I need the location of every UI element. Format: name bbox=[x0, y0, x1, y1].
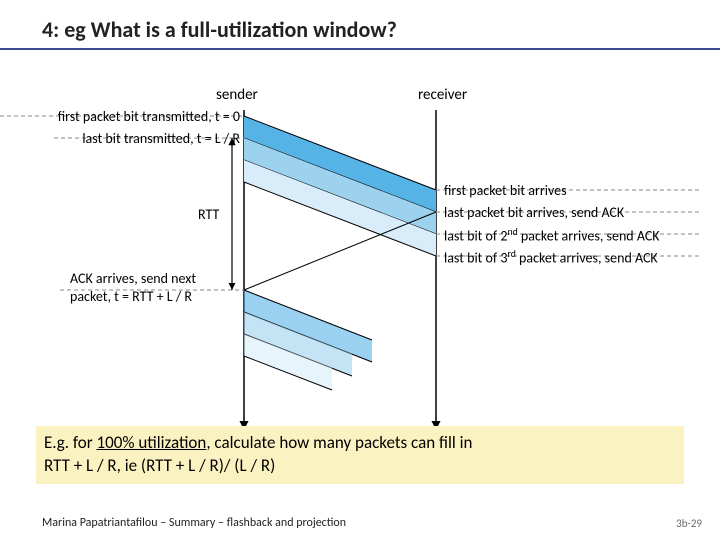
evt-first-bit-tx: first packet bit transmitted, t = 0 bbox=[58, 108, 240, 126]
ack-line bbox=[244, 212, 436, 290]
timing-diagram: sender receiver bbox=[0, 70, 720, 440]
evt-2nd-ack: last bit of 2nd packet arrives, send ACK bbox=[444, 226, 660, 245]
rtt-label: RTT bbox=[198, 206, 219, 223]
evt-3rd-ack: last bit of 3rd packet arrives, send ACK bbox=[444, 248, 658, 267]
example-box: E.g. for 100% utilization, calculate how… bbox=[36, 426, 684, 484]
evt-ack-arrives: ACK arrives, send nextpacket, t = RTT + … bbox=[70, 270, 240, 305]
footer-credit: Marina Papatriantafilou – Summary – flas… bbox=[42, 516, 346, 530]
evt-last-bit-tx: last bit transmitted, t = L / R bbox=[82, 130, 240, 148]
page-number: 3b-29 bbox=[676, 517, 702, 530]
evt-first-bit-rx: first packet bit arrives bbox=[444, 182, 567, 200]
evt-last-bit-rx: last packet bit arrives, send ACK bbox=[444, 204, 624, 222]
title-underline bbox=[0, 48, 720, 50]
slide-title: 4: eg What is a full-utilization window? bbox=[42, 16, 397, 43]
